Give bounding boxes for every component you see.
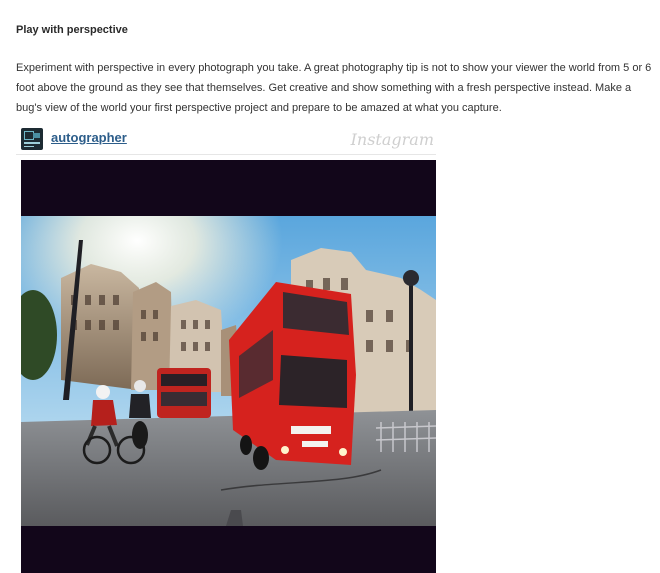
article-paragraph: Experiment with perspective in every pho…	[16, 62, 652, 114]
section-title: Play with perspective	[16, 24, 128, 36]
instagram-logo[interactable]: Instagram	[351, 130, 434, 149]
embed-header: autographer Instagram	[16, 124, 436, 155]
avatar[interactable]	[21, 128, 43, 150]
street-photo-illustration	[21, 160, 436, 573]
embedded-photo[interactable]	[21, 160, 436, 573]
username-link[interactable]: autographer	[51, 130, 127, 145]
instagram-embed: autographer Instagram	[16, 124, 440, 573]
